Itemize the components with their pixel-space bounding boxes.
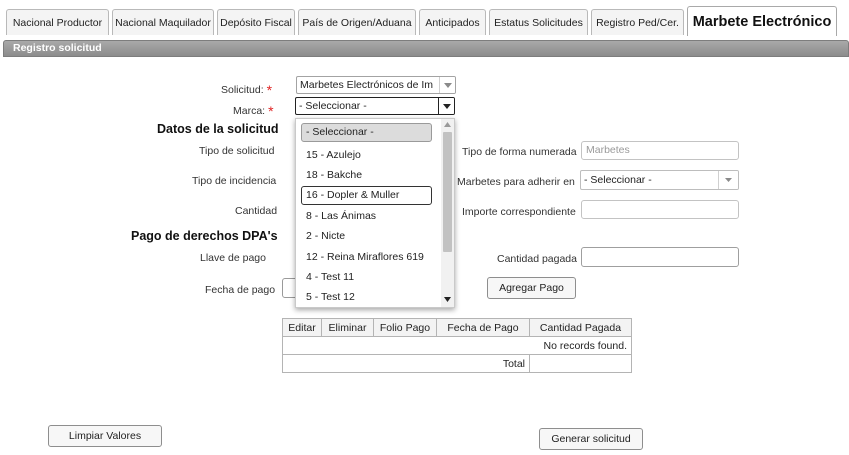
adherir-select[interactable]: - Seleccionar - [580, 170, 739, 190]
tab-bar: Nacional Productor Nacional Maquilador D… [0, 0, 849, 42]
tab-estatus-solicitudes[interactable]: Estatus Solicitudes [489, 9, 588, 35]
dropdown-option[interactable]: - Seleccionar - [301, 123, 432, 142]
table-header-row: Editar Eliminar Folio Pago Fecha de Pago… [282, 318, 632, 337]
tipo-solicitud-label: Tipo de solicitud [199, 145, 275, 157]
marca-label: Marca: * [233, 103, 274, 119]
adherir-value: - Seleccionar - [584, 174, 652, 186]
dropdown-option[interactable]: 5 - Test 12 [301, 288, 432, 307]
dropdown-scrollbar[interactable] [441, 119, 454, 307]
empty-row: No records found. [282, 336, 632, 355]
column-header[interactable]: Folio Pago [373, 318, 437, 337]
dropdown-option[interactable]: 18 - Bakche [301, 166, 432, 185]
solicitud-select[interactable]: Marbetes Electrónicos de Im [296, 76, 456, 94]
marca-dropdown-list: - Seleccionar - 15 - Azulejo 18 - Bakche… [295, 118, 455, 308]
scroll-up-icon[interactable] [444, 122, 451, 127]
column-header[interactable]: Cantidad Pagada [529, 318, 632, 337]
tab-registro-ped-cer[interactable]: Registro Ped/Cer. [591, 9, 684, 35]
tipo-incidencia-label: Tipo de incidencia [192, 175, 277, 187]
required-mark: * [266, 82, 273, 98]
fecha-pago-label: Fecha de pago [205, 284, 276, 296]
limpiar-valores-button[interactable]: Limpiar Valores [48, 425, 162, 447]
adherir-label: Marbetes para adherir en [457, 176, 575, 188]
llave-pago-label: Llave de pago [200, 252, 266, 264]
pagos-table: Editar Eliminar Folio Pago Fecha de Pago… [282, 318, 632, 373]
solicitud-value: Marbetes Electrónicos de Im [300, 79, 434, 91]
dropdown-option[interactable]: 4 - Test 11 [301, 268, 432, 287]
tab-nacional-productor[interactable]: Nacional Productor [6, 9, 109, 35]
dropdown-option[interactable]: 12 - Reina Miraflores 619 [301, 248, 432, 267]
column-header[interactable]: Fecha de Pago [436, 318, 530, 337]
panel-title: Registro solicitud [3, 40, 849, 57]
scrollbar-thumb[interactable] [443, 132, 452, 252]
total-value [529, 354, 632, 373]
cantidad-pagada-label: Cantidad pagada [497, 253, 577, 265]
dropdown-option[interactable]: 2 - Nicte [301, 227, 432, 246]
scroll-down-icon[interactable] [444, 297, 451, 302]
chevron-down-icon[interactable] [439, 77, 455, 93]
cantidad-label: Cantidad [235, 205, 278, 217]
dropdown-option[interactable]: 8 - Las Ánimas [301, 207, 432, 226]
tipo-forma-field[interactable]: Marbetes [581, 141, 739, 160]
agregar-pago-button[interactable]: Agregar Pago [487, 277, 576, 299]
generar-solicitud-button[interactable]: Generar solicitud [539, 428, 643, 450]
total-label: Total [282, 354, 530, 373]
empty-message: No records found. [282, 336, 632, 355]
marca-select[interactable]: - Seleccionar - [295, 97, 455, 115]
dropdown-option[interactable]: 16 - Dopler & Muller [301, 186, 432, 205]
dropdown-option[interactable]: 15 - Azulejo [301, 146, 432, 165]
tab-deposito-fiscal[interactable]: Depósito Fiscal [217, 9, 295, 35]
cantidad-pagada-field[interactable] [581, 247, 739, 267]
importe-field[interactable] [581, 200, 739, 219]
pago-derechos-heading: Pago de derechos DPA's [131, 229, 278, 243]
marca-value: - Seleccionar - [299, 100, 367, 112]
column-header[interactable]: Eliminar [321, 318, 374, 337]
chevron-down-icon[interactable] [438, 98, 454, 114]
required-mark: * [268, 103, 274, 119]
chevron-down-icon[interactable] [718, 171, 738, 189]
datos-solicitud-heading: Datos de la solicitud [157, 122, 279, 136]
total-row: Total [282, 354, 632, 373]
tipo-forma-label: Tipo de forma numerada [462, 146, 577, 158]
solicitud-label: Solicitud: * [221, 82, 273, 98]
tab-marbete-electronico[interactable]: Marbete Electrónico [687, 6, 837, 36]
column-header[interactable]: Editar [282, 318, 322, 337]
tab-nacional-maquilador[interactable]: Nacional Maquilador [112, 9, 214, 35]
tab-pais-origen-aduana[interactable]: País de Origen/Aduana [298, 9, 416, 35]
tab-anticipados[interactable]: Anticipados [419, 9, 486, 35]
importe-label: Importe correspondiente [462, 206, 576, 218]
